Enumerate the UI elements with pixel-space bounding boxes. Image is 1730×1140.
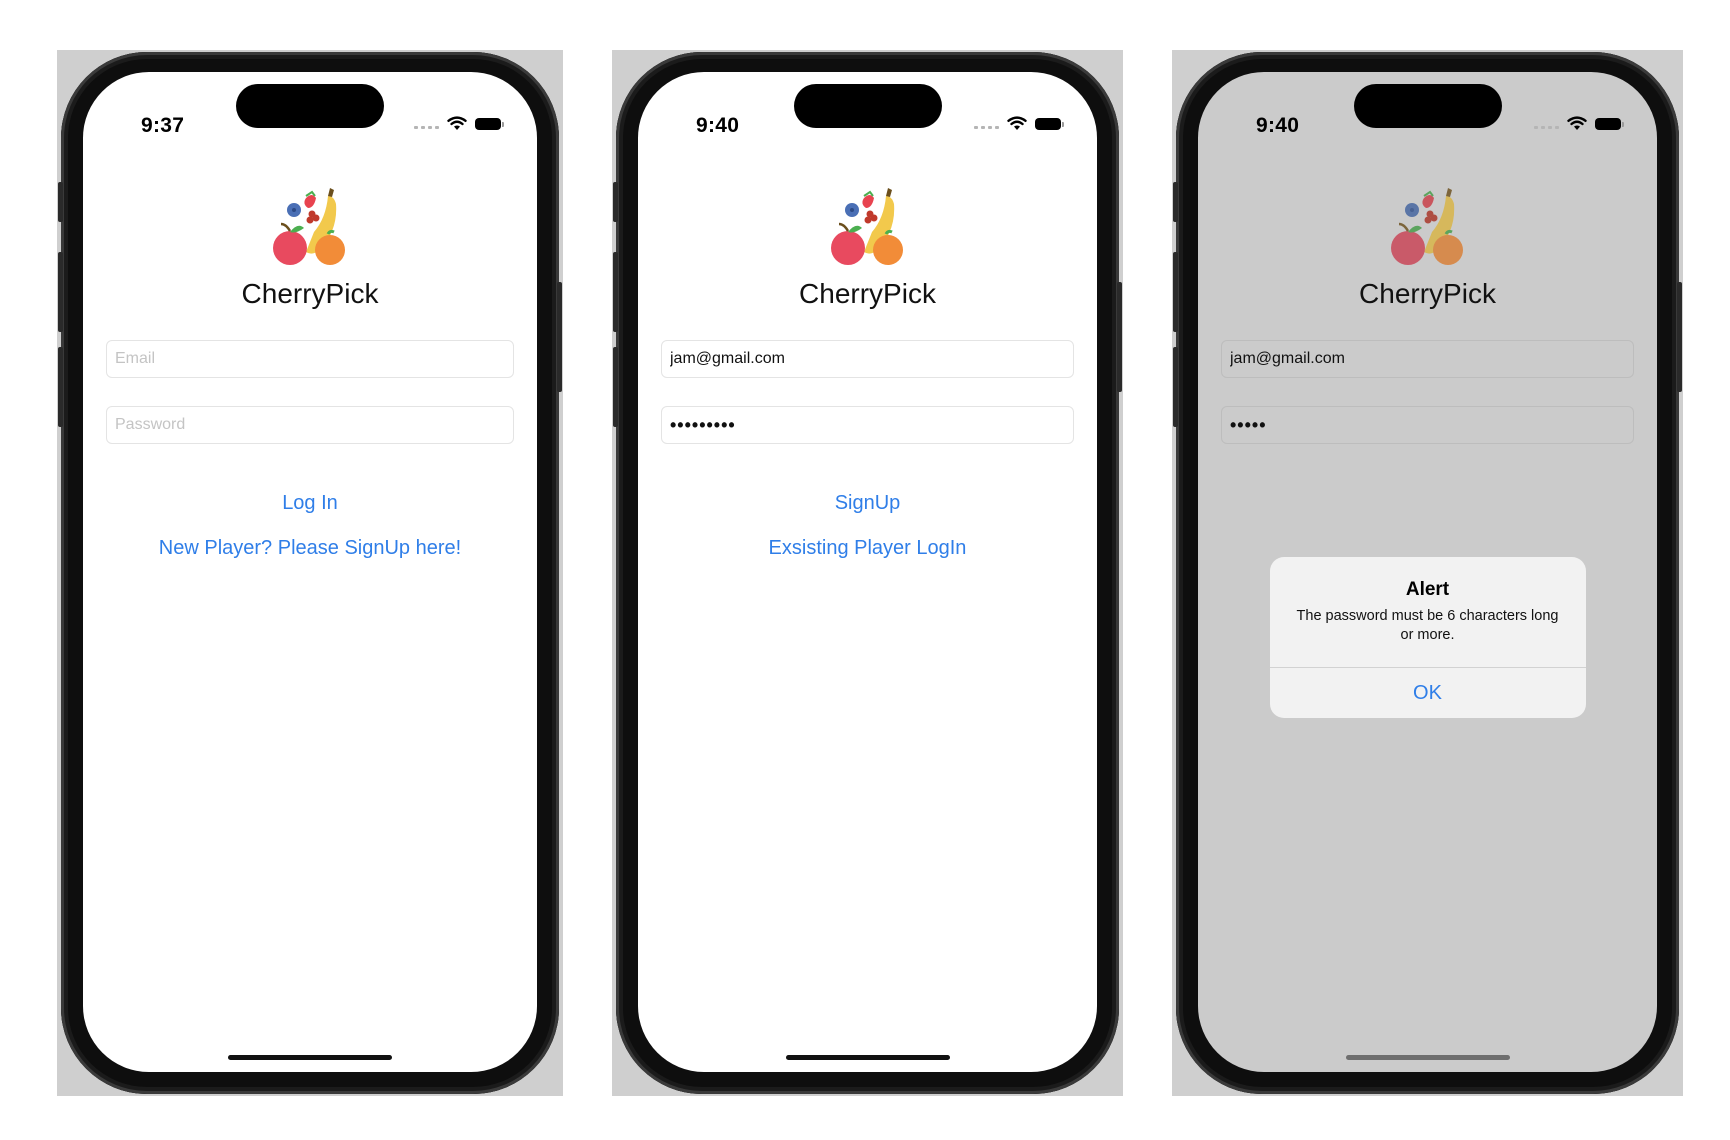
volume-up-button — [58, 252, 63, 332]
battery-icon — [1595, 117, 1624, 130]
device-bezel: 9:37 CherryPick Email Password Log In Ne… — [58, 52, 562, 1094]
existing-player-login-link[interactable]: Exsisting Player LogIn — [638, 536, 1097, 561]
password-field[interactable] — [661, 406, 1074, 444]
mute-switch — [613, 182, 618, 222]
email-field[interactable] — [1221, 340, 1634, 378]
volume-up-button — [1173, 252, 1178, 332]
status-icons — [974, 116, 1064, 131]
device-bezel: 9:40 — [1173, 52, 1682, 1094]
app-name: CherryPick — [241, 278, 379, 309]
fruit-basket-icon — [273, 188, 345, 265]
home-indicator[interactable] — [228, 1055, 392, 1060]
device-bezel: 9:40 — [613, 52, 1122, 1094]
signup-link[interactable]: New Player? Please SignUp here! — [83, 536, 537, 561]
phone-signup: 9:40 CherryPick jam@gmail.com ••••••••• … — [612, 50, 1123, 1096]
cellular-signal-icon — [1534, 118, 1559, 129]
signup-button[interactable]: SignUp — [638, 491, 1097, 516]
dynamic-island — [793, 84, 942, 128]
battery-icon — [475, 117, 504, 130]
signup-alert-screen: 9:40 CherryPick jam@gmail.com ••••• Aler… — [1198, 72, 1657, 1072]
phone-login: 9:37 CherryPick Email Password Log In Ne… — [57, 50, 563, 1096]
power-button — [1677, 282, 1682, 392]
fruit-basket-icon — [1390, 188, 1463, 265]
app-name: CherryPick — [799, 278, 936, 309]
login-screen: 9:37 CherryPick Email Password Log In Ne… — [83, 72, 537, 1072]
volume-down-button — [613, 347, 618, 427]
wifi-icon — [1567, 116, 1587, 130]
battery-icon — [1035, 117, 1064, 130]
phone-signup-alert: 9:40 CherryPick jam@gmail.com ••••• Aler… — [1172, 50, 1683, 1096]
status-icons — [1534, 116, 1624, 131]
volume-down-button — [1173, 347, 1178, 427]
status-time: 9:40 — [696, 114, 740, 137]
app-name: CherryPick — [1359, 278, 1496, 309]
volume-up-button — [613, 252, 618, 332]
power-button — [557, 282, 562, 392]
alert-title: Alert — [1405, 579, 1450, 600]
password-field[interactable] — [1221, 406, 1634, 444]
screenshot-stage: 9:37 CherryPick Email Password Log In Ne… — [0, 0, 1730, 1140]
status-time: 9:40 — [1256, 114, 1300, 137]
alert-dialog: Alert The password must be 6 characters … — [1269, 557, 1586, 718]
volume-down-button — [58, 347, 63, 427]
power-button — [1117, 282, 1122, 392]
dynamic-island — [236, 84, 384, 128]
cellular-signal-icon — [974, 118, 999, 129]
cellular-signal-icon — [414, 118, 439, 129]
home-indicator[interactable] — [785, 1055, 950, 1060]
status-icons — [414, 116, 504, 131]
login-button[interactable]: Log In — [83, 491, 537, 516]
status-time: 9:37 — [141, 114, 185, 137]
wifi-icon — [447, 116, 467, 130]
email-field[interactable] — [106, 340, 514, 378]
fruit-basket-icon — [830, 188, 903, 265]
dynamic-island — [1353, 84, 1502, 128]
email-field[interactable] — [661, 340, 1074, 378]
alert-message: The password must be 6 characters long o… — [1296, 608, 1559, 643]
alert-ok-button[interactable]: OK — [1270, 668, 1586, 718]
home-indicator[interactable] — [1345, 1055, 1510, 1060]
wifi-icon — [1007, 116, 1027, 130]
signup-screen: 9:40 CherryPick jam@gmail.com ••••••••• … — [638, 72, 1097, 1072]
mute-switch — [1173, 182, 1178, 222]
mute-switch — [58, 182, 63, 222]
password-field[interactable] — [106, 406, 514, 444]
